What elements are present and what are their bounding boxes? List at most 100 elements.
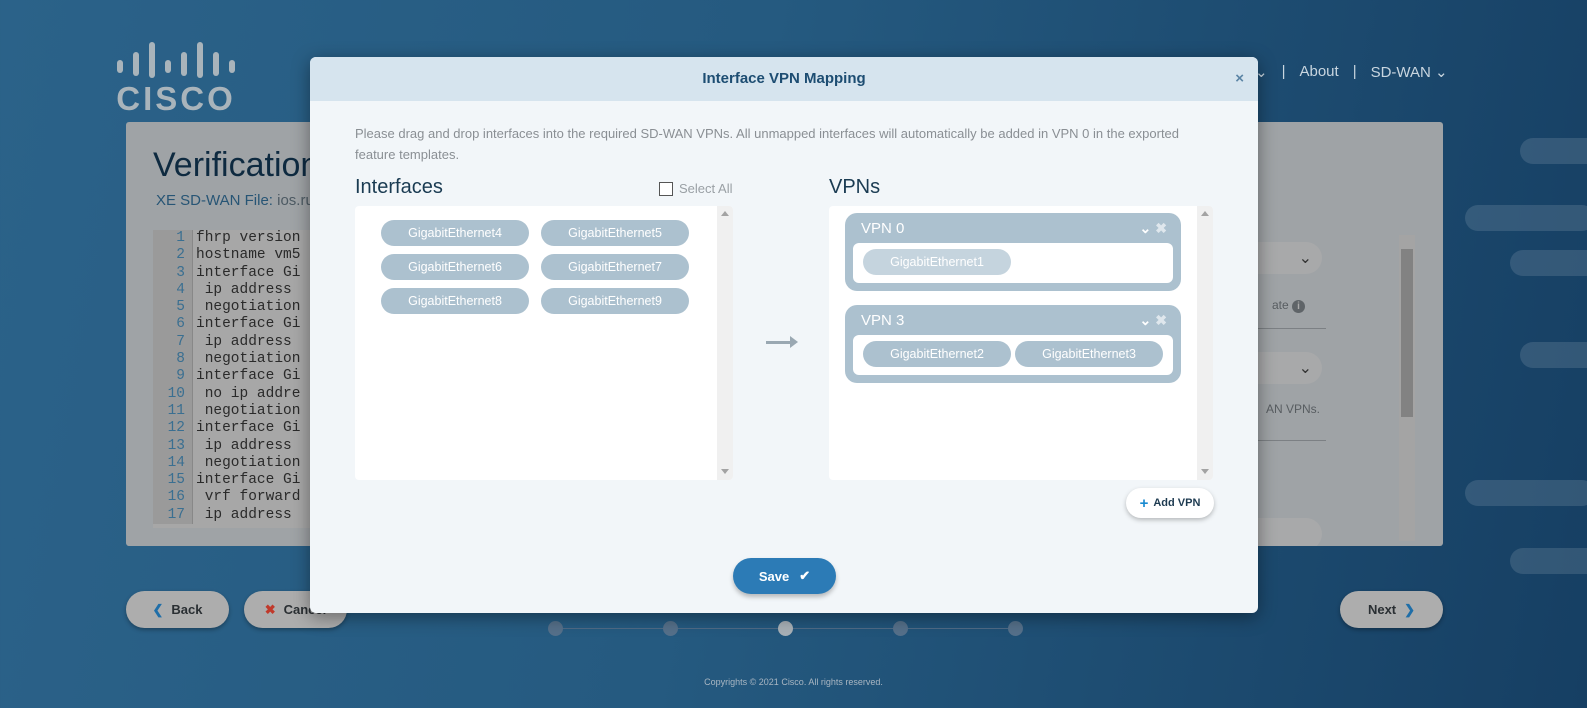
interface-chip[interactable]: GigabitEthernet9: [541, 288, 689, 314]
back-button[interactable]: ❮ Back: [126, 591, 229, 628]
line-number: 4: [153, 281, 193, 300]
save-button[interactable]: Save ✔: [733, 558, 836, 594]
vpns-list[interactable]: VPN 0 ⌄ ✖ GigabitEthernet1 VPN 3 ⌄ ✖ GigabitEth…: [829, 206, 1213, 480]
line-text: interface Gi: [196, 264, 301, 281]
stepper-step: [663, 621, 678, 636]
chevron-down-icon[interactable]: ⌄: [1140, 312, 1152, 329]
select-all-checkbox[interactable]: Select All: [659, 181, 732, 196]
line-number: 12: [153, 420, 193, 438]
interface-chip[interactable]: GigabitEthernet6: [381, 254, 529, 280]
info-icon[interactable]: i: [1292, 300, 1306, 313]
line-number: 15: [153, 472, 193, 490]
scrollbar[interactable]: [1197, 206, 1213, 480]
interface-chip[interactable]: GigabitEthernet3: [1015, 341, 1163, 367]
decor-pill: [1520, 138, 1587, 164]
close-icon[interactable]: ✖: [1155, 220, 1167, 237]
line-number: 5: [153, 299, 193, 317]
interfaces-list[interactable]: GigabitEthernet4 GigabitEthernet5 GigabitE…: [355, 206, 733, 480]
code-line: 8 negotiation: [153, 351, 313, 369]
line-text: interface Gi: [196, 316, 301, 333]
nav-about[interactable]: About: [1299, 63, 1338, 81]
decor-pill: [1510, 548, 1587, 574]
code-line: 12 interface Gi: [153, 420, 313, 438]
option-label: ate i: [1272, 298, 1306, 313]
cisco-logo: CISCO: [116, 40, 246, 117]
code-line: 5 negotiation: [153, 299, 313, 317]
code-line: 10 no ip addre: [153, 385, 313, 403]
interface-chip[interactable]: GigabitEthernet8: [381, 288, 529, 314]
code-line: 2 hostname vm5: [153, 247, 313, 265]
code-line: 11 negotiation: [153, 402, 313, 421]
line-number: 11: [153, 402, 193, 421]
scrollbar[interactable]: [1399, 235, 1415, 541]
line-text: fhrp version: [196, 230, 301, 246]
code-editor[interactable]: 1 fhrp version 2 hostname vm5 3 interface Gi 4…: [153, 230, 313, 528]
line-text: negotiation: [196, 351, 301, 368]
next-button[interactable]: Next ❯: [1340, 591, 1443, 628]
line-number: 2: [153, 247, 193, 265]
scrollbar[interactable]: [717, 206, 733, 480]
code-line: 6 interface Gi: [153, 316, 313, 334]
stepper-step: [778, 621, 793, 636]
stepper-step: [1008, 621, 1023, 636]
line-number: 8: [153, 351, 193, 369]
line-text: ip address: [196, 333, 292, 350]
interface-chip[interactable]: GigabitEthernet4: [381, 220, 529, 246]
stepper-step: [893, 621, 908, 636]
checkbox-icon[interactable]: [659, 181, 673, 196]
close-icon: ✖: [264, 601, 276, 617]
line-number: 9: [153, 368, 193, 386]
line-number: 3: [153, 264, 193, 282]
decor-pill: [1465, 480, 1587, 506]
chevron-down-icon: ⌄: [1298, 360, 1312, 377]
save-label: Save: [758, 568, 790, 584]
stepper-step: [548, 621, 563, 636]
back-label: Back: [171, 602, 203, 617]
line-text: interface Gi: [196, 472, 301, 489]
line-text: ip address: [196, 281, 292, 298]
interface-chip[interactable]: GigabitEthernet2: [863, 341, 1011, 367]
vpn-drop-zone[interactable]: GigabitEthernet1: [853, 243, 1173, 283]
vpn-name: VPN 3: [861, 312, 905, 329]
interface-chip[interactable]: GigabitEthernet7: [541, 254, 689, 280]
add-vpn-button[interactable]: + Add VPN: [1126, 488, 1214, 518]
interface-vpn-mapping-modal: Interface VPN Mapping × Please drag and …: [310, 57, 1258, 613]
line-number: 14: [153, 454, 193, 473]
vpn-drop-zone[interactable]: GigabitEthernet2 GigabitEthernet3: [853, 335, 1173, 375]
interfaces-heading: Interfaces: [355, 176, 443, 198]
vpn-name: VPN 0: [861, 220, 905, 237]
code-line: 9 interface Gi: [153, 368, 313, 386]
top-nav: ⌄ | About | SD-WAN ⌄: [1255, 63, 1448, 81]
code-line: 14 negotiation: [153, 454, 313, 473]
line-number: 1: [153, 230, 193, 248]
code-line: 15 interface Gi: [153, 472, 313, 490]
vpn-group[interactable]: VPN 3 ⌄ ✖ GigabitEthernet2 GigabitEthernet3: [845, 305, 1181, 383]
line-text: hostname vm5: [196, 247, 301, 264]
nav-separator: |: [1352, 63, 1357, 80]
divider: [1256, 328, 1326, 329]
svg-text:CISCO: CISCO: [116, 80, 236, 112]
decor-pill: [1510, 250, 1587, 276]
nav-separator: |: [1281, 63, 1286, 80]
option-label-text: ate: [1272, 298, 1289, 312]
code-line: 17 ip address: [153, 506, 313, 525]
line-number: 17: [153, 506, 193, 525]
interface-chip[interactable]: GigabitEthernet5: [541, 220, 689, 246]
chevron-down-icon[interactable]: ⌄: [1140, 220, 1152, 237]
line-text: interface Gi: [196, 420, 301, 437]
divider: [1256, 440, 1326, 441]
code-line: 4 ip address: [153, 281, 313, 300]
code-line: 13 ip address: [153, 437, 313, 455]
line-text: ip address: [196, 506, 292, 523]
nav-sdwan-dropdown[interactable]: SD-WAN ⌄: [1371, 63, 1448, 81]
vpns-heading: VPNs: [829, 176, 881, 198]
vpn-group[interactable]: VPN 0 ⌄ ✖ GigabitEthernet1: [845, 213, 1181, 291]
line-text: interface Gi: [196, 368, 301, 385]
code-line: 1 fhrp version: [153, 230, 313, 248]
chevron-right-icon: ❯: [1404, 601, 1416, 617]
close-icon[interactable]: ✖: [1155, 312, 1167, 329]
code-line: 16 vrf forward: [153, 489, 313, 507]
interface-chip[interactable]: GigabitEthernet1: [863, 249, 1011, 275]
code-line: 7 ip address: [153, 333, 313, 352]
close-icon[interactable]: ×: [1235, 70, 1244, 87]
